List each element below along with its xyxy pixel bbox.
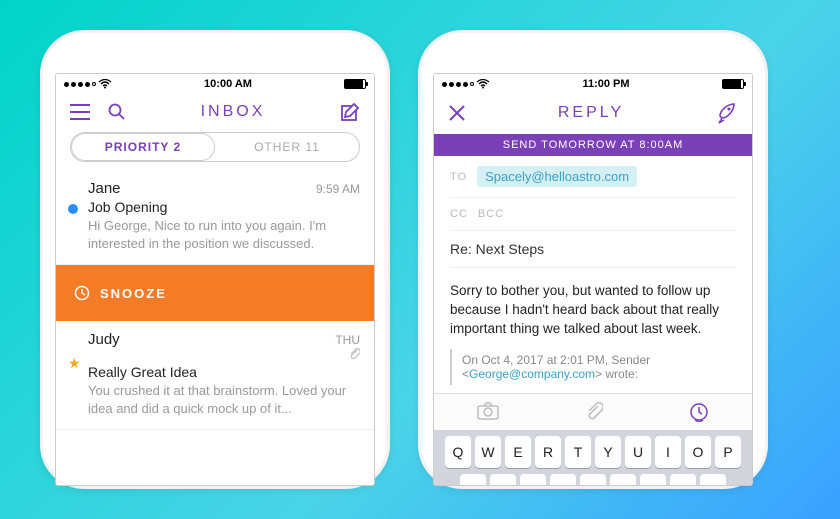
message-time: THU bbox=[335, 333, 360, 347]
key-w[interactable]: W bbox=[475, 436, 501, 468]
recipient-pill[interactable]: Spacely@helloastro.com bbox=[477, 166, 637, 187]
phone-reply: 11:00 PM REPLY SEND TOMORROW AT 8:00AM T… bbox=[418, 30, 768, 489]
quote-email: George@company.com bbox=[469, 367, 595, 381]
key-e[interactable]: E bbox=[505, 436, 531, 468]
status-time: 11:00 PM bbox=[582, 78, 629, 90]
tab-other[interactable]: OTHER 11 bbox=[215, 133, 359, 161]
unread-indicator-icon bbox=[68, 204, 78, 214]
key-y[interactable]: Y bbox=[595, 436, 621, 468]
nav-bar: INBOX bbox=[56, 92, 374, 132]
screen-reply: 11:00 PM REPLY SEND TOMORROW AT 8:00AM T… bbox=[433, 73, 753, 486]
quote-tail: > wrote: bbox=[595, 367, 638, 381]
list-item[interactable]: ★ Judy THU Really Great Idea You crushed… bbox=[56, 321, 374, 430]
list-item[interactable]: Jane 9:59 AM Job Opening Hi George, Nice… bbox=[56, 170, 374, 265]
nav-bar: REPLY bbox=[434, 92, 752, 134]
key-d[interactable]: D bbox=[520, 474, 546, 486]
status-bar: 11:00 PM bbox=[434, 74, 752, 92]
key-k[interactable]: K bbox=[670, 474, 696, 486]
key-o[interactable]: O bbox=[685, 436, 711, 468]
key-g[interactable]: G bbox=[580, 474, 606, 486]
cc-label[interactable]: CC bbox=[450, 208, 468, 220]
signal-dots-icon bbox=[64, 82, 96, 87]
message-list: Jane 9:59 AM Job Opening Hi George, Nice… bbox=[56, 170, 374, 485]
status-time: 10:00 AM bbox=[204, 78, 252, 90]
wifi-icon bbox=[476, 79, 490, 89]
snooze-label: SNOOZE bbox=[100, 286, 167, 301]
key-l[interactable]: L bbox=[700, 474, 726, 486]
message-subject: Job Opening bbox=[88, 199, 360, 215]
key-h[interactable]: H bbox=[610, 474, 636, 486]
compose-toolbar bbox=[434, 393, 752, 430]
battery-icon bbox=[344, 79, 366, 89]
status-bar: 10:00 AM bbox=[56, 74, 374, 92]
wifi-icon bbox=[98, 79, 112, 89]
inbox-tabs: PRIORITY 2 OTHER 11 bbox=[70, 132, 360, 162]
key-i[interactable]: I bbox=[655, 436, 681, 468]
body-text[interactable]: Sorry to bother you, but wanted to follo… bbox=[450, 268, 736, 349]
compose-area: TO Spacely@helloastro.com CC BCC Re: Nex… bbox=[434, 156, 752, 393]
key-a[interactable]: A bbox=[460, 474, 486, 486]
key-p[interactable]: P bbox=[715, 436, 741, 468]
key-u[interactable]: U bbox=[625, 436, 651, 468]
bcc-label[interactable]: BCC bbox=[478, 208, 504, 220]
signal-dots-icon bbox=[442, 82, 474, 87]
page-title: INBOX bbox=[201, 103, 266, 121]
tab-priority[interactable]: PRIORITY 2 bbox=[71, 133, 215, 161]
compose-icon[interactable] bbox=[340, 102, 360, 122]
key-f[interactable]: F bbox=[550, 474, 576, 486]
key-j[interactable]: J bbox=[640, 474, 666, 486]
keyboard-row-1: QWERTYUIOP bbox=[438, 436, 748, 468]
star-icon: ★ bbox=[68, 355, 81, 372]
send-rocket-icon[interactable] bbox=[716, 102, 738, 124]
to-label: TO bbox=[450, 171, 467, 183]
message-preview: You crushed it at that brainstorm. Loved… bbox=[88, 382, 360, 417]
page-title: REPLY bbox=[558, 104, 624, 122]
attachment-icon bbox=[335, 347, 360, 362]
message-subject: Really Great Idea bbox=[88, 364, 360, 380]
menu-icon[interactable] bbox=[70, 104, 90, 120]
clock-icon bbox=[74, 285, 90, 301]
cc-bcc-row[interactable]: CC BCC bbox=[450, 198, 736, 231]
search-icon[interactable] bbox=[108, 103, 126, 121]
close-icon[interactable] bbox=[448, 104, 466, 122]
camera-icon[interactable] bbox=[477, 402, 499, 420]
schedule-icon[interactable] bbox=[689, 402, 709, 422]
quoted-reply: On Oct 4, 2017 at 2:01 PM, Sender <Georg… bbox=[450, 349, 736, 385]
quote-line: On Oct 4, 2017 at 2:01 PM, Sender bbox=[462, 353, 650, 367]
attachment-icon[interactable] bbox=[585, 402, 603, 420]
sender-name: Judy bbox=[88, 331, 120, 348]
to-field[interactable]: TO Spacely@helloastro.com bbox=[450, 156, 736, 198]
battery-icon bbox=[722, 79, 744, 89]
message-time: 9:59 AM bbox=[316, 182, 360, 196]
screen-inbox: 10:00 AM INBOX PRIORITY 2 OTHER 11 J bbox=[55, 73, 375, 486]
key-s[interactable]: S bbox=[490, 474, 516, 486]
phone-inbox: 10:00 AM INBOX PRIORITY 2 OTHER 11 J bbox=[40, 30, 390, 489]
key-r[interactable]: R bbox=[535, 436, 561, 468]
schedule-banner[interactable]: SEND TOMORROW AT 8:00AM bbox=[434, 134, 752, 156]
key-t[interactable]: T bbox=[565, 436, 591, 468]
message-preview: Hi George, Nice to run into you again. I… bbox=[88, 217, 360, 252]
subject-field[interactable]: Re: Next Steps bbox=[450, 231, 736, 268]
key-q[interactable]: Q bbox=[445, 436, 471, 468]
sender-name: Jane bbox=[88, 180, 121, 197]
snooze-action[interactable]: SNOOZE bbox=[56, 265, 374, 321]
keyboard-row-2: ASDFGHJKL bbox=[438, 474, 748, 486]
keyboard[interactable]: QWERTYUIOP ASDFGHJKL bbox=[434, 430, 752, 486]
